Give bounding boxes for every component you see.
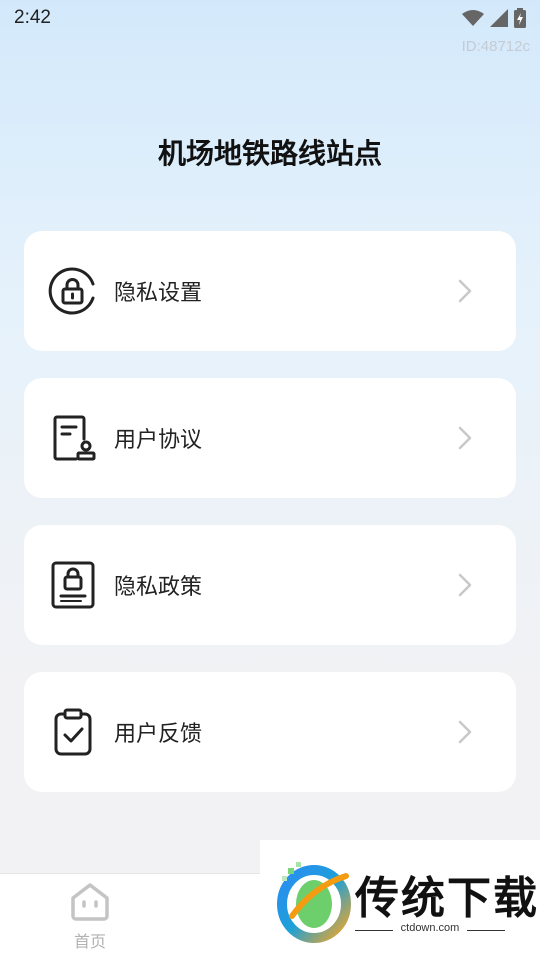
tab-home-label: 首页 xyxy=(73,932,106,951)
promo-url: ctdown.com xyxy=(400,922,460,934)
lock-document-icon xyxy=(48,560,98,610)
clipboard-check-icon xyxy=(48,707,98,757)
chevron-right-icon xyxy=(440,572,490,598)
user-agreement-label: 用户协议 xyxy=(114,428,203,453)
wifi-icon xyxy=(462,10,484,26)
chevron-right-icon xyxy=(440,278,490,304)
signal-icon xyxy=(490,9,508,27)
page-title: 机场地铁路线站点 xyxy=(157,137,382,170)
id-label: ID:48712c xyxy=(461,38,530,55)
document-stamp-icon xyxy=(48,413,98,463)
status-time: 2:42 xyxy=(14,7,51,28)
battery-icon xyxy=(514,8,526,28)
home-face-icon xyxy=(71,883,109,921)
user-feedback-card[interactable]: 用户反馈 xyxy=(24,672,516,792)
promo-watermark: 传统下载 ctdown.com xyxy=(260,840,540,960)
privacy-policy-label: 隐私政策 xyxy=(114,575,203,600)
promo-brand-text: 传统下载 xyxy=(355,873,539,924)
user-feedback-label: 用户反馈 xyxy=(114,722,203,747)
promo-line-right xyxy=(467,930,505,931)
privacy-settings-card[interactable]: 隐私设置 xyxy=(24,231,516,351)
privacy-policy-card[interactable]: 隐私政策 xyxy=(24,525,516,645)
status-icons xyxy=(462,8,526,28)
lock-circle-icon xyxy=(48,266,98,316)
user-agreement-card[interactable]: 用户协议 xyxy=(24,378,516,498)
status-bar: 2:42 xyxy=(0,0,540,36)
tab-home[interactable]: 首页 xyxy=(50,882,130,952)
chevron-right-icon xyxy=(440,719,490,745)
privacy-settings-label: 隐私设置 xyxy=(114,281,203,306)
chevron-right-icon xyxy=(440,425,490,451)
ctdown-logo-icon xyxy=(277,862,351,943)
